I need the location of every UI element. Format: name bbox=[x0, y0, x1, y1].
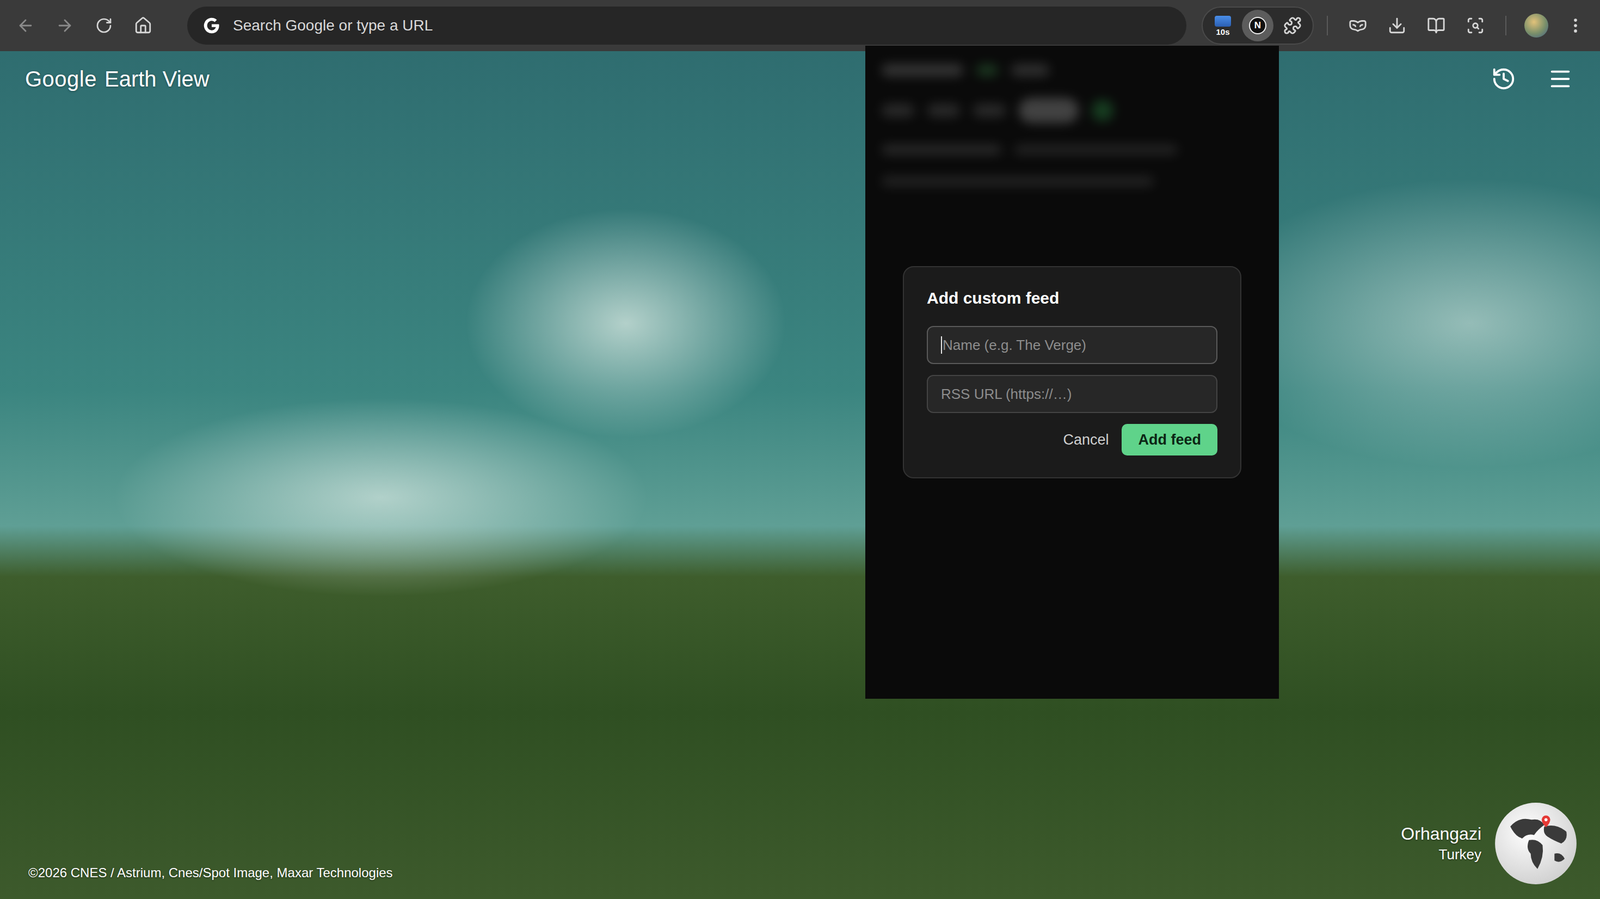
text-field[interactable]: RSS URL (https://…) bbox=[926, 374, 1218, 414]
reload-icon bbox=[95, 16, 113, 35]
profile-avatar-icon bbox=[1524, 13, 1549, 38]
toolbar-separator bbox=[1505, 15, 1507, 36]
location-country: Turkey bbox=[1438, 846, 1482, 864]
blurred-row bbox=[881, 97, 1263, 123]
page-footer: ©2026 CNES / Astrium, Cnes/Spot Image, M… bbox=[25, 801, 1579, 886]
timer-extension[interactable]: 10s bbox=[1207, 9, 1239, 42]
downloads-button[interactable] bbox=[1380, 8, 1414, 43]
browser-toolbar: Search Google or type a URL 10s N bbox=[0, 0, 1600, 52]
cancel-button[interactable]: Cancel bbox=[1058, 423, 1113, 456]
dialog-title: Add custom feed bbox=[926, 288, 1218, 308]
timer-label: 10s bbox=[1215, 27, 1230, 36]
globe-icon[interactable] bbox=[1493, 801, 1579, 886]
home-button[interactable] bbox=[126, 8, 160, 43]
tab-search-button[interactable] bbox=[1458, 8, 1493, 43]
puzzle-icon bbox=[1283, 16, 1302, 35]
blurred-row bbox=[881, 176, 1263, 187]
home-icon bbox=[133, 16, 153, 35]
earth-view-page: Google Earth View ©2026 CNES / Astrium, Cn… bbox=[0, 51, 1600, 899]
copyright: ©2026 CNES / Astrium, Cnes/Spot Image, M… bbox=[25, 865, 393, 886]
mask-icon bbox=[1348, 16, 1368, 35]
location-text: OrhangaziTurkey bbox=[1400, 823, 1482, 864]
extensions-group: 10s N bbox=[1201, 6, 1314, 45]
page-header: Google Earth View bbox=[25, 66, 1579, 92]
blurred-row bbox=[881, 64, 1263, 77]
blurred-row bbox=[881, 144, 1263, 155]
earth-view-logo[interactable]: Google Earth View bbox=[25, 66, 210, 92]
text-field[interactable]: Name (e.g. The Verge) bbox=[926, 325, 1218, 365]
address-placeholder: Search Google or type a URL bbox=[232, 16, 433, 35]
location-info[interactable]: OrhangaziTurkey bbox=[1400, 801, 1579, 886]
incognito-button[interactable] bbox=[1340, 8, 1375, 43]
extensions-button[interactable] bbox=[1276, 9, 1309, 42]
reload-button[interactable] bbox=[87, 8, 121, 43]
back-arrow-icon bbox=[16, 16, 35, 35]
logo-brand: Google bbox=[25, 66, 97, 92]
chrome-menu-button[interactable] bbox=[1558, 8, 1593, 43]
profile-button[interactable] bbox=[1519, 8, 1554, 43]
toolbar-separator bbox=[1326, 15, 1328, 36]
history-icon[interactable] bbox=[1491, 66, 1517, 92]
feed-extension-badge: N bbox=[1248, 16, 1267, 35]
field-placeholder: RSS URL (https://…) bbox=[940, 385, 1072, 403]
header-actions bbox=[1491, 66, 1579, 92]
download-icon bbox=[1387, 16, 1407, 35]
field-placeholder: Name (e.g. The Verge) bbox=[942, 336, 1087, 354]
extension-popup: Add custom feed Name (e.g. The Verge) RSS … bbox=[865, 45, 1279, 699]
forward-button[interactable] bbox=[47, 8, 82, 43]
reading-mode-button[interactable] bbox=[1419, 8, 1454, 43]
google-g-icon bbox=[202, 16, 221, 35]
dialog-actions: CancelAdd feed bbox=[926, 423, 1218, 456]
kebab-icon bbox=[1566, 16, 1585, 35]
feed-extension[interactable]: N bbox=[1241, 9, 1274, 42]
add-feed-dialog: Add custom feed Name (e.g. The Verge) RSS … bbox=[902, 266, 1242, 479]
browser-window: Search Google or type a URL 10s N Google Ear… bbox=[0, 0, 1600, 899]
hamburger-icon[interactable] bbox=[1547, 66, 1573, 92]
add-feed-button[interactable]: Add feed bbox=[1121, 423, 1218, 456]
location-place: Orhangazi bbox=[1400, 823, 1482, 845]
logo-product: Earth View bbox=[104, 66, 210, 92]
address-bar[interactable]: Search Google or type a URL bbox=[187, 6, 1187, 45]
tab-search-icon bbox=[1466, 16, 1485, 35]
book-icon bbox=[1426, 16, 1446, 35]
forward-arrow-icon bbox=[55, 16, 75, 35]
back-button[interactable] bbox=[8, 8, 43, 43]
text-caret bbox=[940, 336, 943, 354]
timer-thumb-icon bbox=[1214, 15, 1232, 27]
